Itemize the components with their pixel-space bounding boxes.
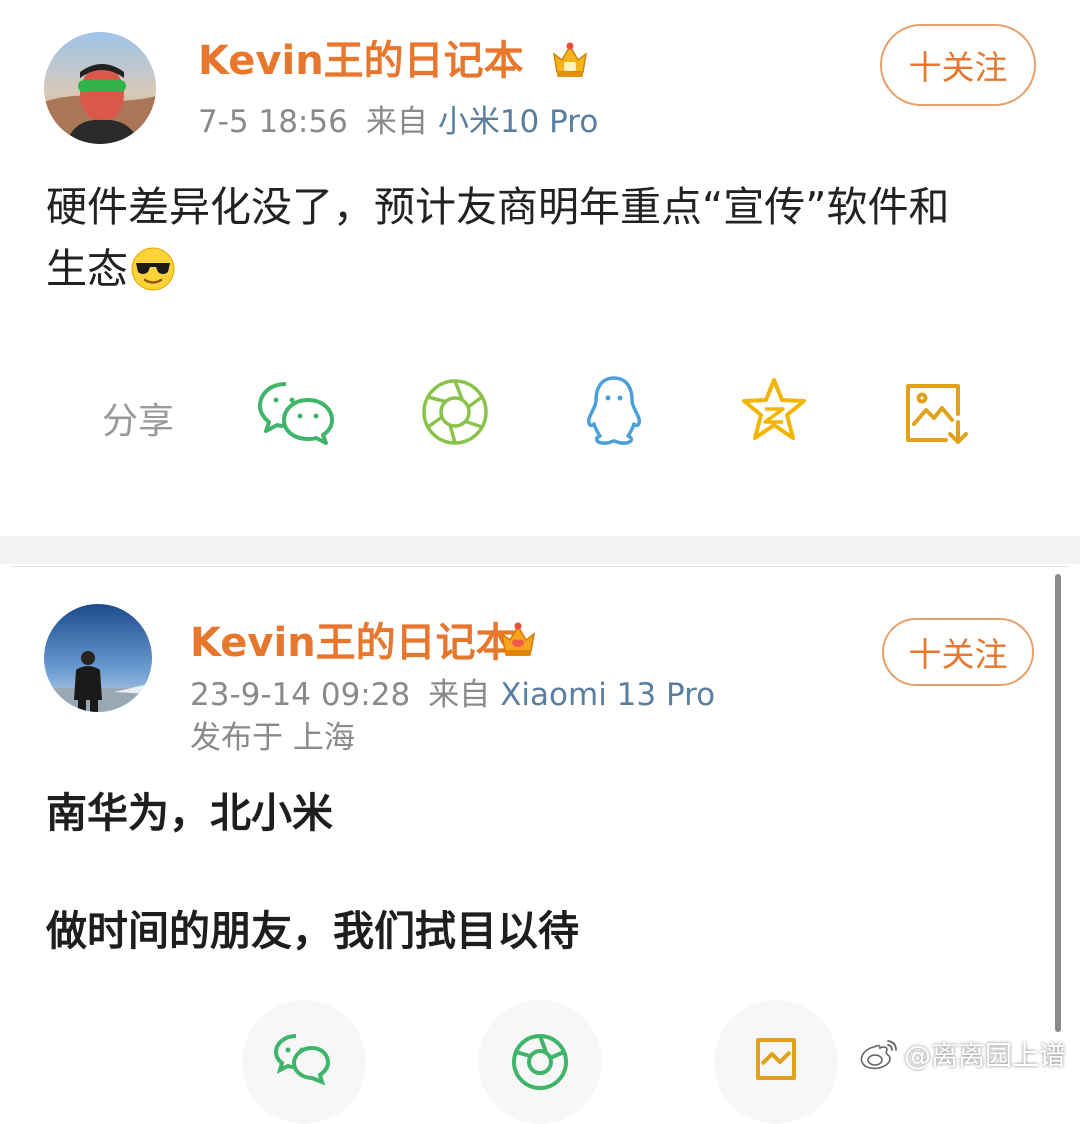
- avatar-photo-icon: [44, 604, 152, 712]
- wechat-icon[interactable]: [256, 378, 336, 446]
- source-prefix: 来自: [428, 677, 491, 713]
- scrollbar[interactable]: [1055, 574, 1061, 1032]
- post-text-line: 硬件差异化没了，预计友商明年重点“宣传”软件和: [46, 183, 950, 231]
- post-location: 发布于 上海: [190, 720, 355, 756]
- device-source[interactable]: Xiaomi 13 Pro: [500, 677, 715, 713]
- device-source[interactable]: 小米10 Pro: [438, 104, 598, 140]
- post-meta: 7-5 18:56 来自 小米10 Pro: [198, 107, 598, 138]
- follow-button[interactable]: 十关注: [880, 24, 1036, 106]
- avatar[interactable]: [44, 604, 152, 712]
- weibo-watermark: @离离园上谱: [858, 1034, 1066, 1073]
- avatar[interactable]: [44, 32, 156, 144]
- post-text-line: 南华为，北小米: [46, 789, 333, 837]
- follow-button[interactable]: 十关注: [882, 618, 1034, 686]
- post-text-line: 做时间的朋友，我们拭目以待: [46, 907, 579, 955]
- wechat-share-button[interactable]: [242, 1000, 366, 1124]
- source-prefix: 来自: [365, 104, 428, 140]
- post-text-line: 生态: [46, 245, 128, 293]
- crown-vip-icon: [496, 620, 540, 660]
- watermark-text: @离离园上谱: [904, 1041, 1066, 1072]
- moments-icon: [512, 1034, 568, 1090]
- post-meta: 23-9-14 09:28 来自 Xiaomi 13 Pro: [190, 680, 715, 711]
- post-time: 7-5 18:56: [198, 104, 348, 140]
- wechat-icon: [273, 1034, 331, 1086]
- post-text: 硬件差异化没了，预计友商明年重点“宣传”软件和 生态: [46, 176, 949, 300]
- save-image-icon[interactable]: [902, 380, 970, 446]
- save-image-icon: [756, 1038, 796, 1080]
- avatar-photo-icon: [44, 32, 156, 144]
- weibo-logo-icon: [860, 1039, 897, 1069]
- divider-line: [10, 566, 1070, 567]
- qzone-icon[interactable]: [740, 376, 808, 444]
- post-time: 23-9-14 09:28: [190, 677, 411, 713]
- post-divider: [0, 536, 1080, 564]
- follow-label: 十关注: [908, 635, 1008, 674]
- username[interactable]: Kevin王的日记本: [190, 623, 516, 663]
- cool-sunglasses-emoji-icon: [131, 247, 175, 291]
- save-image-button[interactable]: [714, 1000, 838, 1124]
- qq-icon[interactable]: [584, 374, 644, 448]
- moments-share-button[interactable]: [478, 1000, 602, 1124]
- username[interactable]: Kevin王的日记本: [198, 41, 524, 81]
- crown-vip-icon: [548, 38, 592, 82]
- follow-label: 十关注: [908, 48, 1008, 87]
- share-label: 分享: [102, 401, 175, 442]
- moments-icon[interactable]: [420, 377, 490, 447]
